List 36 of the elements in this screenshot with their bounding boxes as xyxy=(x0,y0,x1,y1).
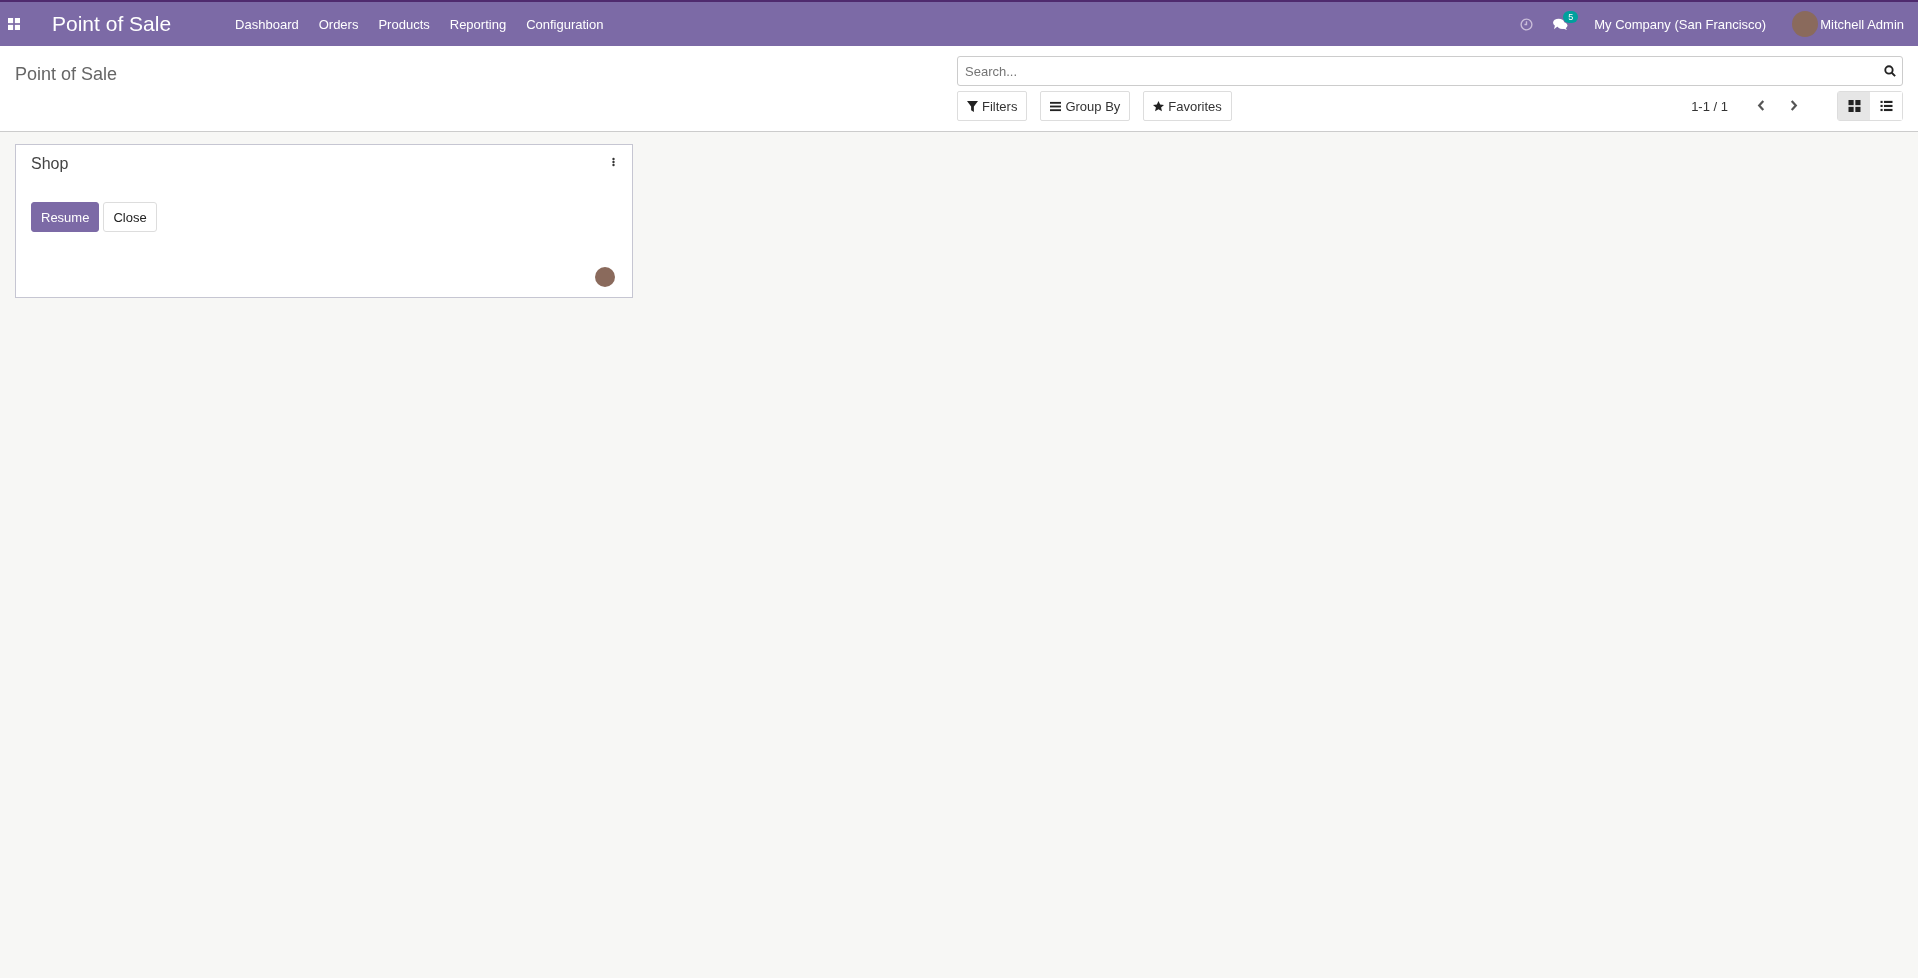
menu-item[interactable]: Reporting xyxy=(439,16,517,32)
chevron-right-icon xyxy=(1790,99,1798,111)
menu-item[interactable]: Products xyxy=(368,16,440,32)
list-icon xyxy=(1879,100,1893,112)
pager-value: 1-1 / 1 xyxy=(1691,98,1728,114)
star-icon xyxy=(1153,100,1165,112)
close-button[interactable]: Close xyxy=(103,202,157,232)
avatar-icon xyxy=(1792,11,1819,37)
kanban-view-button[interactable] xyxy=(1838,92,1870,120)
card-title: Shop xyxy=(31,155,69,173)
clock-icon xyxy=(1520,17,1534,31)
menu-item[interactable]: Configuration xyxy=(516,16,614,32)
filter-dropdown-button[interactable]: Filters xyxy=(957,91,1028,121)
menu-item[interactable]: Orders xyxy=(308,16,369,32)
grid-icon xyxy=(8,18,20,30)
bars-icon xyxy=(1050,100,1062,112)
grid-icon xyxy=(1847,100,1861,112)
app-title[interactable]: Point of Sale xyxy=(28,12,192,36)
breadcrumb: Point of Sale xyxy=(15,63,119,85)
chat-bubbles-icon xyxy=(1553,17,1569,31)
resume-button[interactable]: Resume xyxy=(31,202,100,232)
vertical-dots-icon xyxy=(612,157,615,167)
search-field[interactable]: Search... xyxy=(963,62,1884,80)
funnel-icon xyxy=(967,100,978,112)
card-options-button[interactable] xyxy=(610,155,617,169)
message-count-badge: 5 xyxy=(1563,11,1579,23)
messages-button[interactable]: 5 xyxy=(1543,2,1579,46)
user-menu[interactable]: Mitchell Admin xyxy=(1776,11,1918,37)
company-switcher[interactable]: My Company (San Francisco) xyxy=(1584,16,1777,32)
chevron-left-icon xyxy=(1757,99,1765,111)
filter-dropdown-button[interactable]: Group By xyxy=(1040,91,1131,121)
filter-dropdown-button[interactable]: Favorites xyxy=(1143,91,1232,121)
menu-item[interactable]: Dashboard xyxy=(225,16,309,32)
avatar-icon xyxy=(595,267,615,287)
search-icon xyxy=(1884,65,1896,77)
search-bar[interactable]: Search... xyxy=(957,56,1903,86)
